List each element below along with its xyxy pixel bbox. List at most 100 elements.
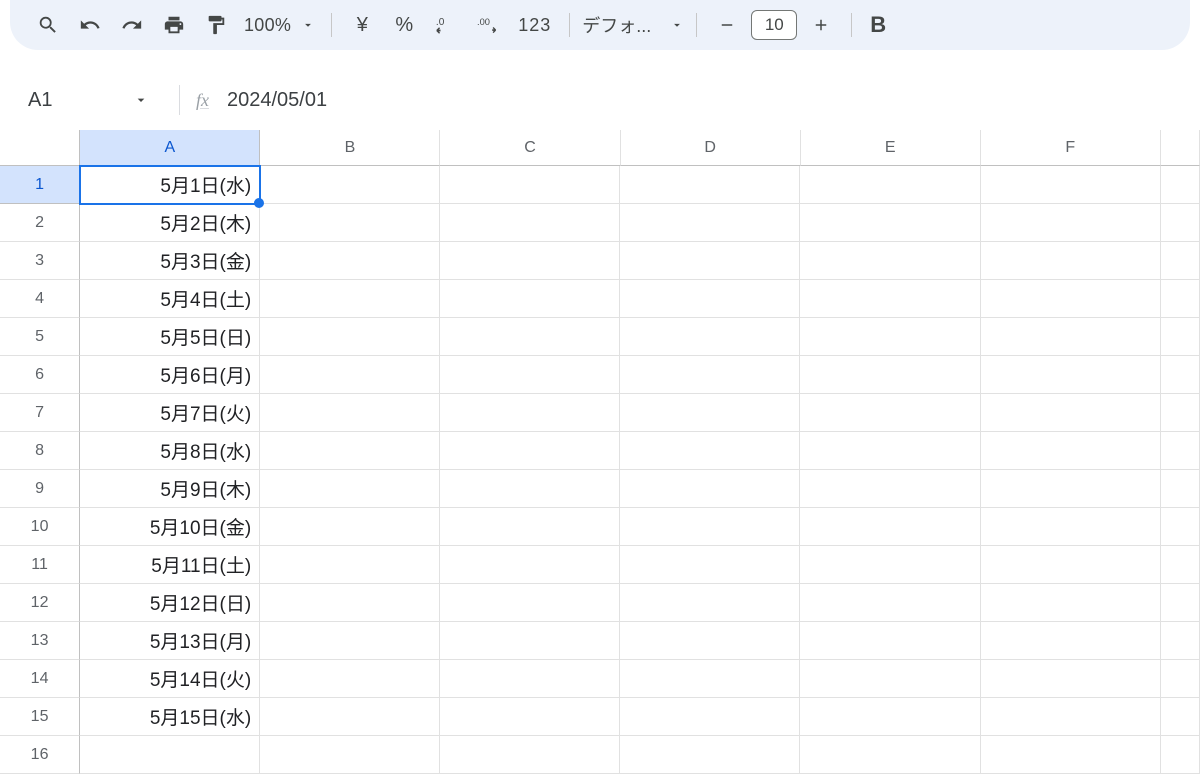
cell-E16[interactable] xyxy=(800,736,980,774)
cell-D14[interactable] xyxy=(620,660,800,698)
cell-D11[interactable] xyxy=(620,546,800,584)
column-header-D[interactable]: D xyxy=(621,130,801,166)
cell-E1[interactable] xyxy=(800,166,980,204)
cell-A16[interactable] xyxy=(80,736,260,774)
cell-E15[interactable] xyxy=(800,698,980,736)
formula-input[interactable]: 2024/05/01 xyxy=(227,89,1182,112)
increase-decimal-button[interactable]: .00 xyxy=(470,7,506,43)
cell-B12[interactable] xyxy=(260,584,440,622)
cell-A10[interactable]: 5月10日(金) xyxy=(80,508,260,546)
more-formats-button[interactable]: 123 xyxy=(512,7,557,43)
row-header[interactable]: 7 xyxy=(0,394,80,432)
cell-C11[interactable] xyxy=(440,546,620,584)
cell-F12[interactable] xyxy=(981,584,1161,622)
cell-C13[interactable] xyxy=(440,622,620,660)
cell-C4[interactable] xyxy=(440,280,620,318)
cell-A14[interactable]: 5月14日(火) xyxy=(80,660,260,698)
paint-format-icon[interactable] xyxy=(198,7,234,43)
cell-overflow[interactable] xyxy=(1161,356,1200,394)
cell-F8[interactable] xyxy=(981,432,1161,470)
cell-A1[interactable]: 5月1日(水) xyxy=(80,166,260,204)
column-header-E[interactable]: E xyxy=(801,130,981,166)
decrease-font-size-button[interactable] xyxy=(709,7,745,43)
search-icon[interactable] xyxy=(30,7,66,43)
cell-B14[interactable] xyxy=(260,660,440,698)
cell-D9[interactable] xyxy=(620,470,800,508)
cell-A12[interactable]: 5月12日(日) xyxy=(80,584,260,622)
cell-B11[interactable] xyxy=(260,546,440,584)
cell-A3[interactable]: 5月3日(金) xyxy=(80,242,260,280)
row-header[interactable]: 12 xyxy=(0,584,80,622)
cell-E14[interactable] xyxy=(800,660,980,698)
cell-C10[interactable] xyxy=(440,508,620,546)
row-header[interactable]: 9 xyxy=(0,470,80,508)
cell-D15[interactable] xyxy=(620,698,800,736)
cell-C3[interactable] xyxy=(440,242,620,280)
cell-C12[interactable] xyxy=(440,584,620,622)
zoom-dropdown[interactable]: 100% xyxy=(240,15,319,36)
cell-D8[interactable] xyxy=(620,432,800,470)
cell-F6[interactable] xyxy=(981,356,1161,394)
cell-A6[interactable]: 5月6日(月) xyxy=(80,356,260,394)
cell-F5[interactable] xyxy=(981,318,1161,356)
row-header[interactable]: 4 xyxy=(0,280,80,318)
row-header[interactable]: 8 xyxy=(0,432,80,470)
cell-B16[interactable] xyxy=(260,736,440,774)
cell-D5[interactable] xyxy=(620,318,800,356)
cell-D13[interactable] xyxy=(620,622,800,660)
print-icon[interactable] xyxy=(156,7,192,43)
cell-B1[interactable] xyxy=(260,166,440,204)
cell-overflow[interactable] xyxy=(1161,166,1200,204)
row-header[interactable]: 2 xyxy=(0,204,80,242)
cell-D16[interactable] xyxy=(620,736,800,774)
cell-A4[interactable]: 5月4日(土) xyxy=(80,280,260,318)
cell-overflow[interactable] xyxy=(1161,736,1200,774)
currency-format-button[interactable]: ¥ xyxy=(344,7,380,43)
cell-B5[interactable] xyxy=(260,318,440,356)
cell-A9[interactable]: 5月9日(木) xyxy=(80,470,260,508)
cell-C16[interactable] xyxy=(440,736,620,774)
cell-overflow[interactable] xyxy=(1161,318,1200,356)
cell-overflow[interactable] xyxy=(1161,660,1200,698)
cell-B2[interactable] xyxy=(260,204,440,242)
cell-F7[interactable] xyxy=(981,394,1161,432)
cell-E8[interactable] xyxy=(800,432,980,470)
row-header[interactable]: 16 xyxy=(0,736,80,774)
bold-button[interactable]: B xyxy=(864,12,886,38)
row-header[interactable]: 5 xyxy=(0,318,80,356)
cell-E2[interactable] xyxy=(800,204,980,242)
cell-E5[interactable] xyxy=(800,318,980,356)
cell-D7[interactable] xyxy=(620,394,800,432)
select-all-corner[interactable] xyxy=(0,130,80,166)
column-header-A[interactable]: A xyxy=(80,130,260,166)
cell-overflow[interactable] xyxy=(1161,584,1200,622)
cell-C7[interactable] xyxy=(440,394,620,432)
cell-A8[interactable]: 5月8日(水) xyxy=(80,432,260,470)
cell-F15[interactable] xyxy=(981,698,1161,736)
cell-B13[interactable] xyxy=(260,622,440,660)
cell-F13[interactable] xyxy=(981,622,1161,660)
font-family-dropdown[interactable]: デフォ... xyxy=(582,12,684,38)
column-header-C[interactable]: C xyxy=(440,130,620,166)
cell-A15[interactable]: 5月15日(水) xyxy=(80,698,260,736)
row-header[interactable]: 6 xyxy=(0,356,80,394)
cell-D3[interactable] xyxy=(620,242,800,280)
cell-E3[interactable] xyxy=(800,242,980,280)
cell-C5[interactable] xyxy=(440,318,620,356)
row-header[interactable]: 10 xyxy=(0,508,80,546)
cell-F9[interactable] xyxy=(981,470,1161,508)
cell-overflow[interactable] xyxy=(1161,622,1200,660)
cell-A11[interactable]: 5月11日(土) xyxy=(80,546,260,584)
column-header-F[interactable]: F xyxy=(981,130,1161,166)
cell-B6[interactable] xyxy=(260,356,440,394)
cell-F10[interactable] xyxy=(981,508,1161,546)
cell-B9[interactable] xyxy=(260,470,440,508)
cell-A2[interactable]: 5月2日(木) xyxy=(80,204,260,242)
cell-F1[interactable] xyxy=(981,166,1161,204)
cell-F11[interactable] xyxy=(981,546,1161,584)
cell-F3[interactable] xyxy=(981,242,1161,280)
name-box[interactable]: A1 xyxy=(18,89,163,112)
row-header[interactable]: 3 xyxy=(0,242,80,280)
cell-overflow[interactable] xyxy=(1161,280,1200,318)
cell-B8[interactable] xyxy=(260,432,440,470)
